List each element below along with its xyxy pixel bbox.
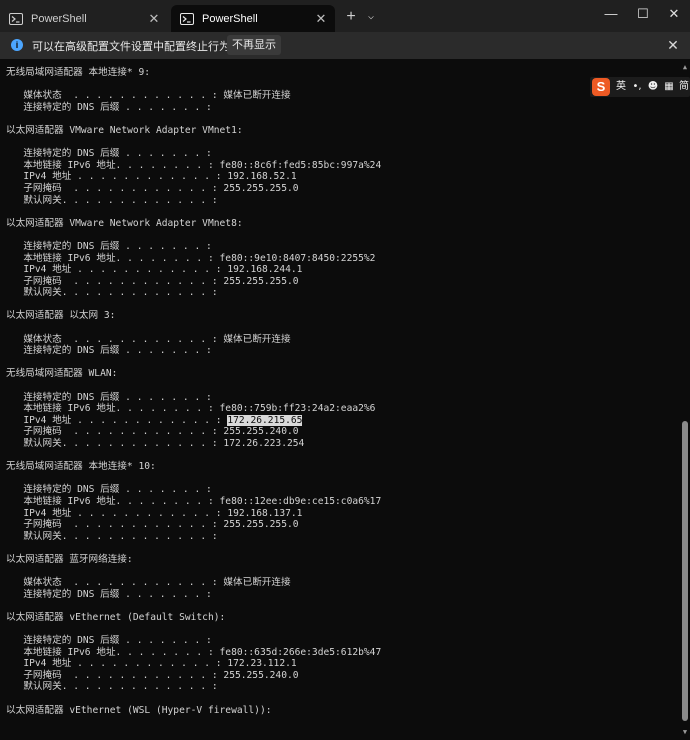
terminal-line: 连接特定的 DNS 后缀 . . . . . . . : [6,240,212,252]
terminal-line: 默认网关. . . . . . . . . . . . . : [6,194,218,206]
terminal-line: IPv4 地址 . . . . . . . . . . . . : 172.23… [6,658,297,670]
terminal-line: 连接特定的 DNS 后缀 . . . . . . . : [6,101,212,113]
terminal-line: 本地链接 IPv6 地址. . . . . . . . : fe80::635d… [6,646,382,658]
ime-emoji-icon[interactable]: ☻ [646,79,660,95]
scroll-down-icon[interactable]: ▼ [680,727,690,737]
close-icon[interactable]: ✕ [664,36,682,54]
terminal-line: IPv4 地址 . . . . . . . . . . . . : 172.26… [6,414,303,426]
tab-close-icon[interactable]: ✕ [311,11,331,27]
terminal-line: 以太网适配器 VMware Network Adapter VMnet1: [6,124,243,136]
title-bar: PowerShell ✕ PowerShell ✕ + ⌵ — ☐ ✕ [0,0,690,32]
scrollbar[interactable]: ▲ ▼ [680,59,690,740]
terminal-lines: 无线局域网适配器 本地连接* 9: 媒体状态 . . . . . . . . .… [6,67,381,716]
info-icon: i [11,39,23,51]
tab-label: PowerShell [202,12,258,25]
terminal-line: 本地链接 IPv6 地址. . . . . . . . : fe80::8c6f… [6,159,382,171]
tab-powershell-2[interactable]: PowerShell ✕ [171,5,335,32]
terminal-line: IPv4 地址 . . . . . . . . . . . . : 192.16… [6,264,303,276]
terminal-line: 连接特定的 DNS 后缀 . . . . . . . : [6,345,212,357]
terminal-line: 默认网关. . . . . . . . . . . . . : [6,287,218,299]
terminal-line: 媒体状态 . . . . . . . . . . . . : 媒体已断开连接 [6,577,291,589]
terminal-line: IPv4 地址 . . . . . . . . . . . . : 192.16… [6,507,303,519]
powershell-icon [9,12,23,25]
sogou-logo-icon[interactable]: S [592,78,610,96]
terminal-output[interactable]: 无线局域网适配器 本地连接* 9: 媒体状态 . . . . . . . . .… [0,59,680,740]
close-window-button[interactable]: ✕ [658,0,690,28]
terminal-line: 本地链接 IPv6 地址. . . . . . . . : fe80::9e10… [6,252,376,264]
terminal-line: 连接特定的 DNS 后缀 . . . . . . . : [6,635,212,647]
terminal-line: 以太网适配器 以太网 3: [6,310,116,322]
terminal-line: 子网掩码 . . . . . . . . . . . . : 255.255.2… [6,182,299,194]
tab-close-icon[interactable]: ✕ [144,11,164,27]
terminal-line: 连接特定的 DNS 后缀 . . . . . . . : [6,391,212,403]
ime-keyboard-icon[interactable]: ▦ [662,79,676,95]
terminal-line: 本地链接 IPv6 地址. . . . . . . . : fe80::12ee… [6,495,382,507]
minimize-button[interactable]: — [595,0,627,28]
terminal-line: 无线局域网适配器 本地连接* 10: [6,461,156,473]
terminal-line: 子网掩码 . . . . . . . . . . . . : 255.255.2… [6,669,299,681]
ime-language-toggle[interactable]: 英 [614,79,628,95]
terminal-line: 默认网关. . . . . . . . . . . . . : [6,681,218,693]
terminal-line: IPv4 地址 . . . . . . . . . . . . : 192.16… [6,171,297,183]
terminal-line: 连接特定的 DNS 后缀 . . . . . . . : [6,148,212,160]
terminal-line: 连接特定的 DNS 后缀 . . . . . . . : [6,588,212,600]
powershell-icon [180,12,194,25]
terminal-line: 默认网关. . . . . . . . . . . . . : 172.26.2… [6,438,305,449]
info-bar: i 可以在高级配置文件设置中配置终止行为。 不再显示 ✕ [0,32,690,59]
terminal-line: 无线局域网适配器 本地连接* 9: [6,67,151,78]
scroll-up-icon[interactable]: ▲ [680,62,690,72]
tab-label: PowerShell [31,12,87,25]
terminal-line: 以太网适配器 蓝牙网络连接: [6,553,133,565]
terminal-line: 以太网适配器 vEthernet (WSL (Hyper-V firewall)… [6,704,272,716]
selected-text[interactable]: 172.26.215.65 [227,414,303,426]
ime-punctuation-icon[interactable]: •, [630,79,644,95]
tab-powershell-1[interactable]: PowerShell ✕ [0,5,168,32]
ime-simplified-toggle[interactable]: 简 [678,79,690,95]
maximize-button[interactable]: ☐ [627,0,659,28]
terminal-line: 无线局域网适配器 WLAN: [6,368,118,380]
ime-toolbar[interactable]: S 英 •, ☻ ▦ 简 [590,77,690,97]
terminal-line: 子网掩码 . . . . . . . . . . . . : 255.255.2… [6,426,299,438]
terminal-line: 本地链接 IPv6 地址. . . . . . . . : fe80::759b… [6,403,376,415]
dont-show-again-button[interactable]: 不再显示 [227,35,281,55]
terminal-line: 以太网适配器 vEthernet (Default Switch): [6,611,226,623]
terminal-line: 子网掩码 . . . . . . . . . . . . : 255.255.2… [6,275,299,287]
scroll-thumb[interactable] [682,421,688,721]
terminal-line: 媒体状态 . . . . . . . . . . . . : 媒体已断开连接 [6,90,291,102]
terminal-line: 默认网关. . . . . . . . . . . . . : [6,530,218,542]
terminal-line: 连接特定的 DNS 后缀 . . . . . . . : [6,484,212,496]
new-tab-button[interactable]: + [343,7,359,27]
info-message: 可以在高级配置文件设置中配置终止行为。 [32,40,241,53]
terminal-line: 子网掩码 . . . . . . . . . . . . : 255.255.2… [6,519,299,531]
chevron-down-icon[interactable]: ⌵ [364,7,378,27]
terminal-line: 以太网适配器 VMware Network Adapter VMnet8: [6,217,243,229]
terminal-line: 媒体状态 . . . . . . . . . . . . : 媒体已断开连接 [6,333,291,345]
